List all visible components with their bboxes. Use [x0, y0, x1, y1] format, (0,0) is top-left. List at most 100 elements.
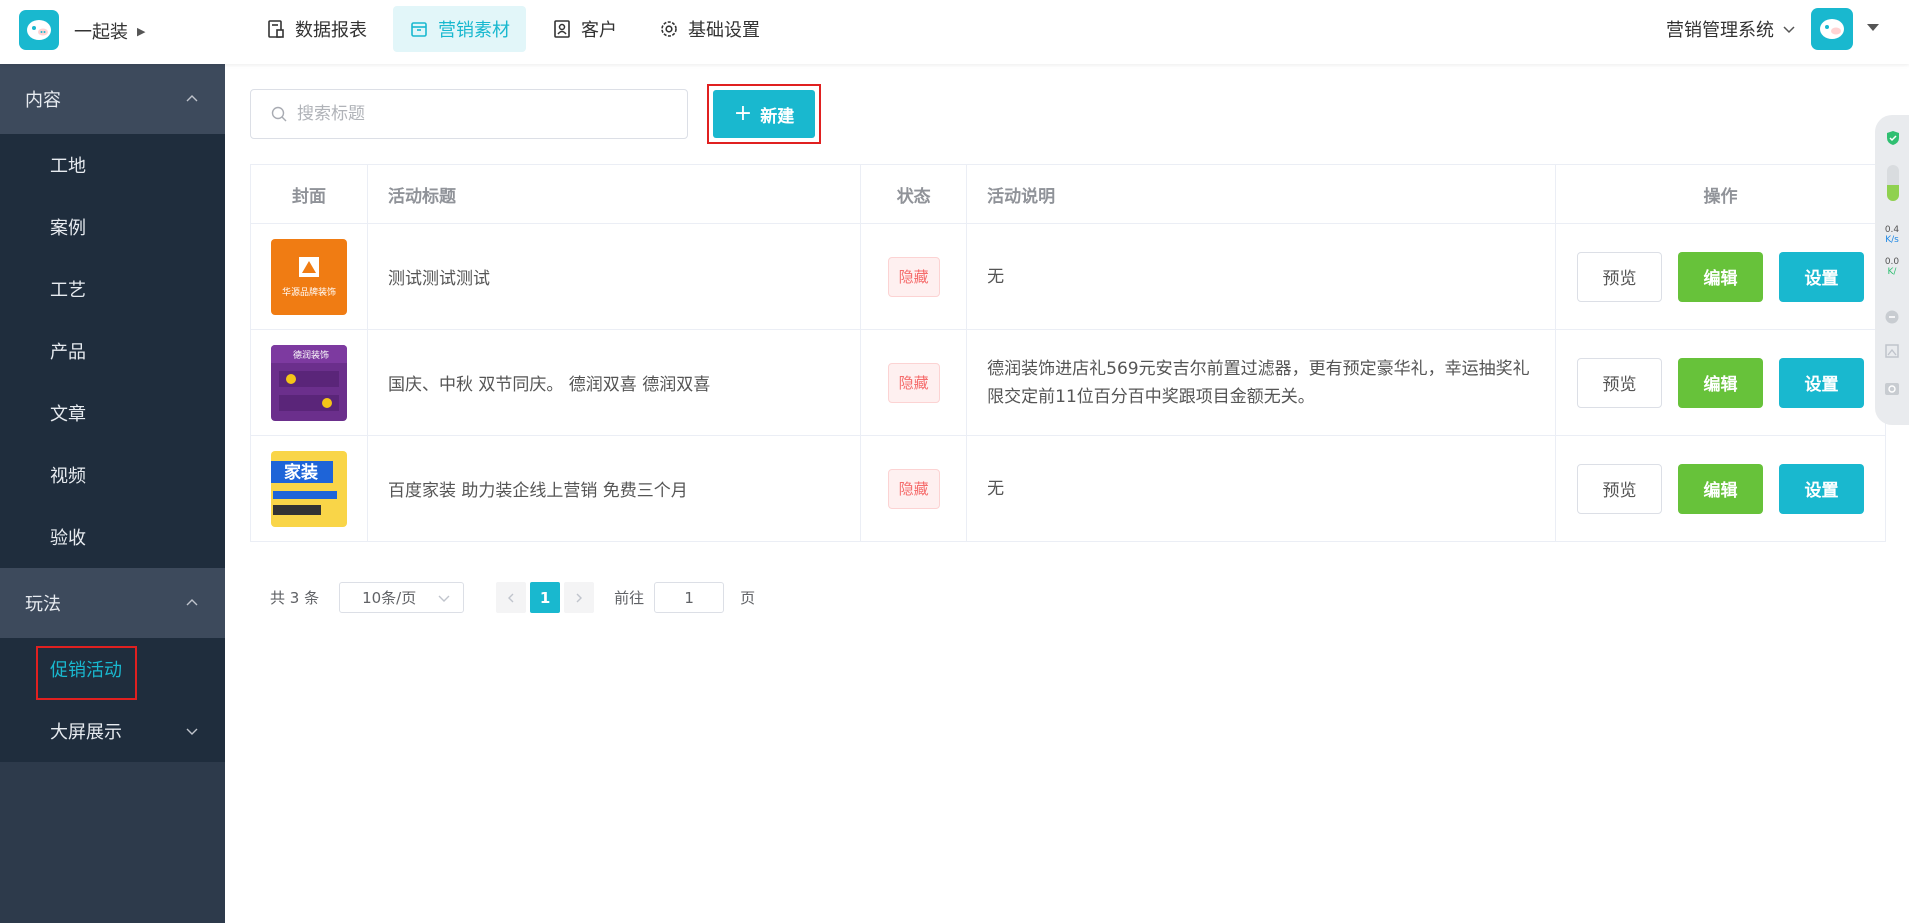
system-switcher[interactable]: 营销管理系统 [1666, 16, 1796, 42]
total-count: 共 3 条 [270, 589, 320, 607]
upload-speed: 0.4 K/s [1875, 225, 1909, 245]
sidebar-group-play[interactable]: 玩法 [0, 568, 225, 638]
preview-button[interactable]: 预览 [1576, 357, 1662, 408]
cover-cell: 家装 [250, 435, 368, 542]
column-header-status: 状态 [860, 164, 968, 224]
status-badge: 隐藏 [887, 256, 940, 297]
goto-label: 前往 [614, 589, 645, 607]
status-cell: 隐藏 [860, 223, 968, 330]
cover-image[interactable]: 德润装饰 [271, 344, 347, 421]
chevron-left-icon [508, 593, 514, 602]
download-speed: 0.0 K/ [1875, 257, 1909, 277]
sidebar-item-big-screen[interactable]: 大屏展示 [0, 700, 225, 762]
sidebar-item-label: 案例 [50, 218, 86, 239]
status-cell: 隐藏 [860, 435, 968, 542]
nav-data-report[interactable]: 数据报表 [250, 6, 383, 52]
sidebar-item-label: 产品 [50, 342, 86, 363]
cover-brand-text: 家装 [284, 462, 318, 483]
page-suffix: 页 [740, 589, 756, 607]
description-cell: 无 [966, 435, 1556, 542]
sidebar-item-product[interactable]: 产品 [0, 320, 225, 382]
status-badge: 隐藏 [887, 362, 940, 403]
nav-label: 客户 [581, 20, 617, 41]
cover-image[interactable]: 华源品牌装饰 [271, 238, 347, 315]
sidebar-item-promotion[interactable]: 促销活动 [0, 638, 225, 700]
search-icon[interactable] [1884, 381, 1900, 397]
chevron-down-icon [186, 728, 198, 735]
goto-page-input[interactable]: 1 [654, 582, 725, 613]
upload-speed-value: 0.4 [1884, 225, 1900, 235]
app-logo-icon[interactable] [19, 10, 59, 50]
top-bar: 一起装 ▶ 数据报表 营销素材 客户 基础设置 营销管理系统 [0, 0, 1909, 64]
sidebar-item-label: 验收 [50, 528, 86, 549]
link-icon[interactable] [1884, 309, 1900, 325]
nav-basic-settings[interactable]: 基础设置 [643, 6, 776, 52]
sidebar-item-label: 大屏展示 [50, 722, 122, 743]
preview-button[interactable]: 预览 [1576, 463, 1662, 514]
search-box[interactable] [250, 89, 688, 139]
gear-icon [661, 21, 677, 37]
contact-icon [554, 20, 570, 38]
cover-cell: 德润装饰 [250, 329, 368, 436]
download-speed-value: 0.0 [1884, 257, 1900, 267]
sidebar-item-site[interactable]: 工地 [0, 134, 225, 196]
title-cell: 测试测试测试 [366, 223, 862, 330]
next-page-button[interactable] [564, 582, 595, 613]
prev-page-button[interactable] [496, 582, 527, 613]
new-button[interactable]: + 新建 [713, 90, 815, 138]
nav-label: 营销素材 [438, 20, 510, 41]
settings-button[interactable]: 设置 [1778, 463, 1864, 514]
table-row: 德润装饰 国庆、中秋 双节同庆。 德润双喜 德润双喜 隐藏 德润装饰进店礼569… [250, 329, 1887, 436]
group-title: 玩法 [25, 594, 61, 615]
sidebar-group-content[interactable]: 内容 [0, 64, 225, 134]
cover-brand-text: 德润装饰 [293, 349, 329, 361]
status-badge: 隐藏 [887, 468, 940, 509]
upload-speed-unit: K/s [1885, 235, 1899, 245]
screenshot-icon[interactable] [1884, 343, 1900, 359]
page-size-select[interactable]: 10条/页 [339, 582, 465, 613]
nav-customer[interactable]: 客户 [536, 6, 633, 52]
edit-button[interactable]: 编辑 [1677, 251, 1763, 302]
sidebar-item-acceptance[interactable]: 验收 [0, 506, 225, 568]
column-header-title: 活动标题 [366, 164, 862, 224]
actions-cell: 预览 编辑 设置 [1554, 223, 1887, 330]
edit-button[interactable]: 编辑 [1677, 357, 1763, 408]
column-header-actions: 操作 [1554, 164, 1887, 224]
sidebar-item-article[interactable]: 文章 [0, 382, 225, 444]
search-icon [271, 106, 287, 122]
pagination: 共 3 条 10条/页 1 前往 1 页 [270, 582, 755, 613]
shield-check-icon [1887, 131, 1899, 145]
brand-name: 一起装 [74, 22, 128, 43]
floating-monitor-widget[interactable]: 0.4 K/s 0.0 K/ [1875, 115, 1909, 425]
cover-brand-text: 华源品牌装饰 [282, 286, 336, 298]
preview-button[interactable]: 预览 [1576, 251, 1662, 302]
nav-marketing-material[interactable]: 营销素材 [393, 6, 526, 52]
settings-button[interactable]: 设置 [1778, 357, 1864, 408]
sidebar-item-case[interactable]: 案例 [0, 196, 225, 258]
highlight-box [36, 646, 137, 700]
page-number-current[interactable]: 1 [530, 582, 561, 613]
pig-mascot-icon [1820, 19, 1844, 39]
settings-button[interactable]: 设置 [1778, 251, 1864, 302]
cover-image[interactable]: 家装 [271, 450, 347, 527]
activity-table: 封面 活动标题 状态 活动说明 操作 华源品牌装饰 测试测试测试 隐藏 无 预览… [250, 164, 1887, 542]
group-title: 内容 [25, 90, 61, 111]
brand-switcher[interactable]: 一起装 ▶ [74, 18, 145, 44]
caret-down-icon[interactable] [1867, 24, 1879, 31]
avatar[interactable] [1811, 8, 1853, 50]
chevron-up-icon [186, 599, 198, 606]
sidebar-item-label: 文章 [50, 404, 86, 425]
download-speed-unit: K/ [1887, 267, 1897, 277]
nav-label: 数据报表 [295, 20, 367, 41]
sidebar-item-craft[interactable]: 工艺 [0, 258, 225, 320]
title-cell: 国庆、中秋 双节同庆。 德润双喜 德润双喜 [366, 329, 862, 436]
cover-cell: 华源品牌装饰 [250, 223, 368, 330]
page-size-value: 10条/页 [362, 589, 417, 607]
new-button-label: 新建 [760, 106, 795, 127]
edit-button[interactable]: 编辑 [1677, 463, 1763, 514]
search-input[interactable] [297, 104, 667, 124]
sidebar-item-label: 工艺 [50, 280, 86, 301]
column-header-description: 活动说明 [966, 164, 1556, 224]
top-nav: 数据报表 营销素材 客户 基础设置 [250, 6, 776, 52]
sidebar-item-video[interactable]: 视频 [0, 444, 225, 506]
